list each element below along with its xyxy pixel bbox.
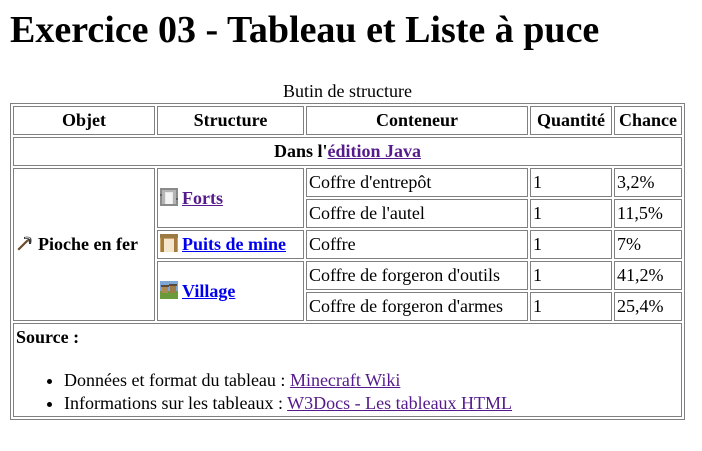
structure-link-forts[interactable]: Forts <box>182 188 223 208</box>
structure-cell-forts: Forts <box>157 168 304 228</box>
iron-pickaxe-icon <box>16 234 34 252</box>
chance-cell: 7% <box>614 230 682 259</box>
page-title: Exercice 03 - Tableau et Liste à puce <box>10 9 600 51</box>
chance-cell: 41,2% <box>614 261 682 290</box>
chance-cell: 25,4% <box>614 292 682 321</box>
structure-link-village[interactable]: Village <box>182 281 235 301</box>
edition-row: Dans l'édition Java <box>13 137 682 166</box>
header-chance: Chance <box>614 106 682 135</box>
mineshaft-icon <box>160 234 178 252</box>
edition-cell: Dans l'édition Java <box>13 137 682 166</box>
header-row: Objet Structure Conteneur Quantité Chanc… <box>13 106 682 135</box>
list-item: Données et format du tableau : Minecraft… <box>64 369 679 392</box>
chance-cell: 11,5% <box>614 199 682 228</box>
item-cell: Pioche en fer <box>13 168 155 321</box>
village-icon <box>160 280 178 299</box>
item-name: Pioche en fer <box>38 234 138 254</box>
w3docs-link[interactable]: W3Docs - Les tableaux HTML <box>287 393 512 413</box>
quantite-cell: 1 <box>530 199 612 228</box>
list-item: Informations sur les tableaux : W3Docs -… <box>64 392 679 415</box>
conteneur-cell: Coffre d'entrepôt <box>306 168 528 197</box>
table-caption: Butin de structure <box>283 81 412 101</box>
source-list: Données et format du tableau : Minecraft… <box>16 369 679 415</box>
stronghold-icon <box>160 187 178 206</box>
conteneur-cell: Coffre de forgeron d'outils <box>306 261 528 290</box>
edition-java-link[interactable]: édition Java <box>328 141 422 161</box>
chance-cell: 3,2% <box>614 168 682 197</box>
loot-table-container: Butin de structure Objet Structure Conte… <box>10 79 685 420</box>
conteneur-cell: Coffre de l'autel <box>306 199 528 228</box>
structure-cell-puits-de-mine: Puits de mine <box>157 230 304 259</box>
source-item-prefix: Données et format du tableau : <box>64 370 290 390</box>
loot-table: Butin de structure Objet Structure Conte… <box>10 79 685 420</box>
header-structure: Structure <box>157 106 304 135</box>
quantite-cell: 1 <box>530 261 612 290</box>
table-row: Pioche en fer Forts Coffre d'entrepôt 1 … <box>13 168 682 321</box>
structure-link-puits-de-mine[interactable]: Puits de mine <box>182 234 286 254</box>
minecraft-wiki-link[interactable]: Minecraft Wiki <box>290 370 400 390</box>
quantite-cell: 1 <box>530 230 612 259</box>
header-quantite: Quantité <box>530 106 612 135</box>
quantite-cell: 1 <box>530 168 612 197</box>
quantite-cell: 1 <box>530 292 612 321</box>
header-objet: Objet <box>13 106 155 135</box>
conteneur-cell: Coffre de forgeron d'armes <box>306 292 528 321</box>
header-conteneur: Conteneur <box>306 106 528 135</box>
structure-cell-village: Village <box>157 261 304 321</box>
source-row: Source : Données et format du tableau : … <box>13 323 682 417</box>
edition-prefix: Dans l' <box>273 141 328 161</box>
conteneur-cell: Coffre <box>306 230 528 259</box>
source-title: Source : <box>16 327 80 347</box>
source-cell: Source : Données et format du tableau : … <box>13 323 682 417</box>
source-item-prefix: Informations sur les tableaux : <box>64 393 288 413</box>
